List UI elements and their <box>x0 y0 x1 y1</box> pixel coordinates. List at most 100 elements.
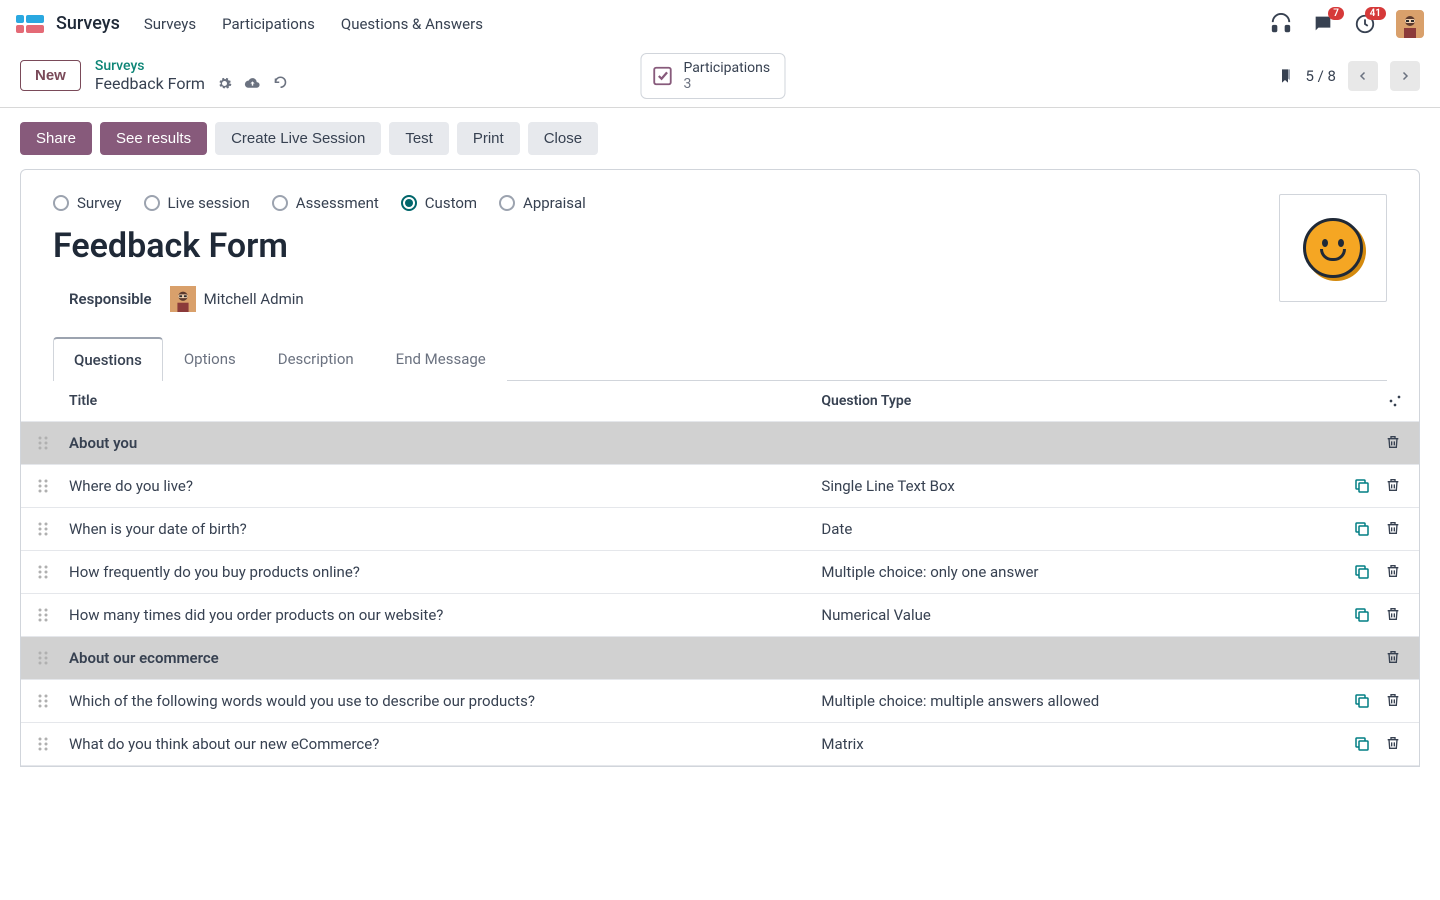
activities-badge: 41 <box>1365 7 1386 20</box>
delete-icon[interactable] <box>1385 735 1403 753</box>
delete-icon[interactable] <box>1385 434 1403 452</box>
table-header: Title Question Type <box>21 381 1419 422</box>
copy-icon[interactable] <box>1353 520 1371 538</box>
question-row[interactable]: How frequently do you buy products onlin… <box>21 551 1419 594</box>
row-type: Matrix <box>821 735 1323 753</box>
row-title: About you <box>69 434 821 452</box>
survey-image[interactable] <box>1279 194 1387 302</box>
drag-handle-icon[interactable] <box>37 564 69 580</box>
survey-type-assessment[interactable]: Assessment <box>272 194 379 212</box>
delete-icon[interactable] <box>1385 692 1403 710</box>
delete-icon[interactable] <box>1385 477 1403 495</box>
tabs: QuestionsOptionsDescriptionEnd Message <box>53 336 1387 381</box>
breadcrumb-parent[interactable]: Surveys <box>95 58 288 74</box>
close-button[interactable]: Close <box>528 122 598 155</box>
question-row[interactable]: How many times did you order products on… <box>21 594 1419 637</box>
print-button[interactable]: Print <box>457 122 520 155</box>
app-logo[interactable] <box>16 15 44 33</box>
questions-table: Title Question Type About you Where do y… <box>21 381 1419 766</box>
delete-icon[interactable] <box>1385 520 1403 538</box>
row-title: What do you think about our new eCommerc… <box>69 735 821 753</box>
nav-questions-answers[interactable]: Questions & Answers <box>341 15 483 33</box>
checkbox-icon <box>651 65 673 87</box>
question-row[interactable]: What do you think about our new eCommerc… <box>21 723 1419 766</box>
app-title[interactable]: Surveys <box>56 13 120 34</box>
pager-text[interactable]: 5 / 8 <box>1306 67 1337 85</box>
section-row[interactable]: About you <box>21 422 1419 465</box>
drag-handle-icon[interactable] <box>37 650 69 666</box>
survey-type-appraisal[interactable]: Appraisal <box>499 194 586 212</box>
smiley-icon <box>1303 218 1363 278</box>
responsible-avatar <box>170 286 196 312</box>
survey-title[interactable]: Feedback Form <box>53 226 1279 266</box>
see-results-button[interactable]: See results <box>100 122 207 155</box>
row-type: Multiple choice: multiple answers allowe… <box>821 692 1323 710</box>
row-title: Where do you live? <box>69 477 821 495</box>
stat-label: Participations <box>683 60 770 76</box>
copy-icon[interactable] <box>1353 692 1371 710</box>
responsible-user[interactable]: Mitchell Admin <box>170 286 304 312</box>
tab-end-message[interactable]: End Message <box>375 337 507 381</box>
create-live-session-button[interactable]: Create Live Session <box>215 122 381 155</box>
cloud-upload-icon[interactable] <box>244 75 261 92</box>
survey-type-live-session[interactable]: Live session <box>144 194 250 212</box>
columns-settings-icon[interactable] <box>1387 393 1403 409</box>
breadcrumb-current: Feedback Form <box>95 74 205 93</box>
nav-participations[interactable]: Participations <box>222 15 315 33</box>
form-sheet: Survey Live session Assessment Custom Apprai… <box>20 169 1420 767</box>
delete-icon[interactable] <box>1385 606 1403 624</box>
header-type: Question Type <box>821 393 1323 409</box>
survey-type-survey[interactable]: Survey <box>53 194 122 212</box>
responsible-label: Responsible <box>69 290 152 308</box>
bookmark-icon[interactable] <box>1278 67 1294 85</box>
stat-value: 3 <box>683 76 770 92</box>
question-row[interactable]: Which of the following words would you u… <box>21 680 1419 723</box>
radio-icon <box>272 195 288 211</box>
drag-handle-icon[interactable] <box>37 478 69 494</box>
row-type: Date <box>821 520 1323 538</box>
drag-handle-icon[interactable] <box>37 607 69 623</box>
tab-options[interactable]: Options <box>163 337 257 381</box>
pager-prev[interactable] <box>1348 61 1378 91</box>
test-button[interactable]: Test <box>389 122 449 155</box>
delete-icon[interactable] <box>1385 563 1403 581</box>
participations-stat[interactable]: Participations 3 <box>640 53 785 99</box>
top-nav: Surveys Surveys Participations Questions… <box>0 0 1440 48</box>
row-title: How many times did you order products on… <box>69 606 821 624</box>
drag-handle-icon[interactable] <box>37 693 69 709</box>
drag-handle-icon[interactable] <box>37 435 69 451</box>
user-avatar[interactable] <box>1396 10 1424 38</box>
copy-icon[interactable] <box>1353 735 1371 753</box>
gear-icon[interactable] <box>217 76 232 91</box>
undo-icon[interactable] <box>273 76 288 91</box>
survey-type-custom[interactable]: Custom <box>401 194 477 212</box>
radio-label: Custom <box>425 194 477 212</box>
new-button[interactable]: New <box>20 60 81 91</box>
control-panel: New Surveys Feedback Form Participations… <box>0 48 1440 108</box>
copy-icon[interactable] <box>1353 606 1371 624</box>
drag-handle-icon[interactable] <box>37 736 69 752</box>
share-button[interactable]: Share <box>20 122 92 155</box>
radio-icon <box>53 195 69 211</box>
section-row[interactable]: About our ecommerce <box>21 637 1419 680</box>
row-title: When is your date of birth? <box>69 520 821 538</box>
messages-icon[interactable]: 7 <box>1312 13 1334 35</box>
question-row[interactable]: Where do you live? Single Line Text Box <box>21 465 1419 508</box>
delete-icon[interactable] <box>1385 649 1403 667</box>
copy-icon[interactable] <box>1353 563 1371 581</box>
row-title: About our ecommerce <box>69 649 821 667</box>
copy-icon[interactable] <box>1353 477 1371 495</box>
row-type: Single Line Text Box <box>821 477 1323 495</box>
question-row[interactable]: When is your date of birth? Date <box>21 508 1419 551</box>
activities-icon[interactable]: 41 <box>1354 13 1376 35</box>
tab-description[interactable]: Description <box>257 337 375 381</box>
pager-next[interactable] <box>1390 61 1420 91</box>
header-title: Title <box>69 393 821 409</box>
action-bar: Share See results Create Live Session Te… <box>0 108 1440 169</box>
nav-surveys[interactable]: Surveys <box>144 15 196 33</box>
responsible-name: Mitchell Admin <box>204 290 304 308</box>
voip-icon[interactable] <box>1270 13 1292 35</box>
breadcrumb: Surveys Feedback Form <box>95 58 288 93</box>
tab-questions[interactable]: Questions <box>53 337 163 381</box>
drag-handle-icon[interactable] <box>37 521 69 537</box>
